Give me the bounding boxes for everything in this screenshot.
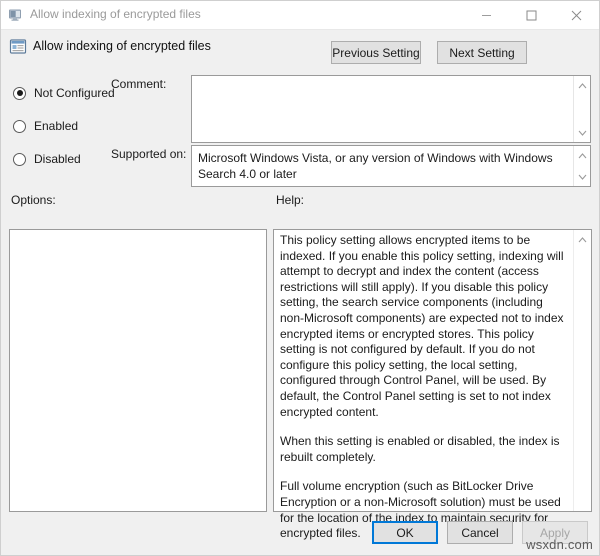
help-label: Help: xyxy=(276,193,305,207)
chevron-up-icon[interactable] xyxy=(574,78,590,93)
supported-on-value: Microsoft Windows Vista, or any version … xyxy=(198,151,553,181)
maximize-icon[interactable] xyxy=(509,1,554,29)
radio-disabled-indicator[interactable] xyxy=(13,152,26,166)
radio-not-configured-label: Not Configured xyxy=(34,86,115,100)
radio-not-configured-indicator[interactable] xyxy=(13,86,26,100)
comment-label: Comment: xyxy=(111,77,167,91)
navigation-buttons: Previous Setting Next Setting xyxy=(331,41,527,64)
minimize-icon[interactable] xyxy=(464,1,509,29)
window-controls xyxy=(464,1,599,29)
window-title: Allow indexing of encrypted files xyxy=(30,7,201,21)
chevron-up-icon[interactable] xyxy=(574,232,591,247)
dialog-footer: OK Cancel Apply wsxdn.com xyxy=(1,511,599,555)
chevron-down-icon[interactable] xyxy=(574,125,590,140)
radio-disabled-label: Disabled xyxy=(34,152,81,166)
cancel-button[interactable]: Cancel xyxy=(447,521,513,544)
policy-state-radio-group: Not Configured Enabled Disabled xyxy=(13,81,115,180)
supported-on-field[interactable]: Microsoft Windows Vista, or any version … xyxy=(191,145,591,187)
supported-on-label: Supported on: xyxy=(111,147,187,161)
setting-title: Allow indexing of encrypted files xyxy=(33,39,211,53)
title-bar: Allow indexing of encrypted files xyxy=(1,1,599,30)
chevron-down-icon[interactable] xyxy=(574,169,590,184)
supported-on-scrollbar[interactable] xyxy=(573,146,590,186)
computer-monitor-icon xyxy=(8,7,24,23)
watermark: wsxdn.com xyxy=(526,537,593,552)
help-content: This policy setting allows encrypted ite… xyxy=(280,233,568,542)
radio-disabled[interactable]: Disabled xyxy=(13,147,115,171)
options-panel[interactable] xyxy=(9,229,267,512)
help-scrollbar[interactable] xyxy=(573,230,591,511)
previous-setting-button[interactable]: Previous Setting xyxy=(331,41,421,64)
comment-scrollbar[interactable] xyxy=(573,76,590,142)
radio-enabled[interactable]: Enabled xyxy=(13,114,115,138)
help-paragraph: This policy setting allows encrypted ite… xyxy=(280,233,564,419)
policy-setting-dialog: Allow indexing of encrypted files Allow … xyxy=(0,0,600,556)
chevron-up-icon[interactable] xyxy=(574,148,590,163)
help-panel[interactable]: This policy setting allows encrypted ite… xyxy=(273,229,592,540)
comment-input[interactable] xyxy=(191,75,591,143)
options-label: Options: xyxy=(11,193,56,207)
next-setting-button[interactable]: Next Setting xyxy=(437,41,527,64)
radio-enabled-indicator[interactable] xyxy=(13,119,26,133)
radio-enabled-label: Enabled xyxy=(34,119,79,133)
help-paragraph: When this setting is enabled or disabled… xyxy=(280,434,560,464)
group-policy-setting-icon xyxy=(9,38,27,56)
ok-button[interactable]: OK xyxy=(372,521,438,544)
radio-not-configured[interactable]: Not Configured xyxy=(13,81,115,105)
close-icon[interactable] xyxy=(554,1,599,29)
